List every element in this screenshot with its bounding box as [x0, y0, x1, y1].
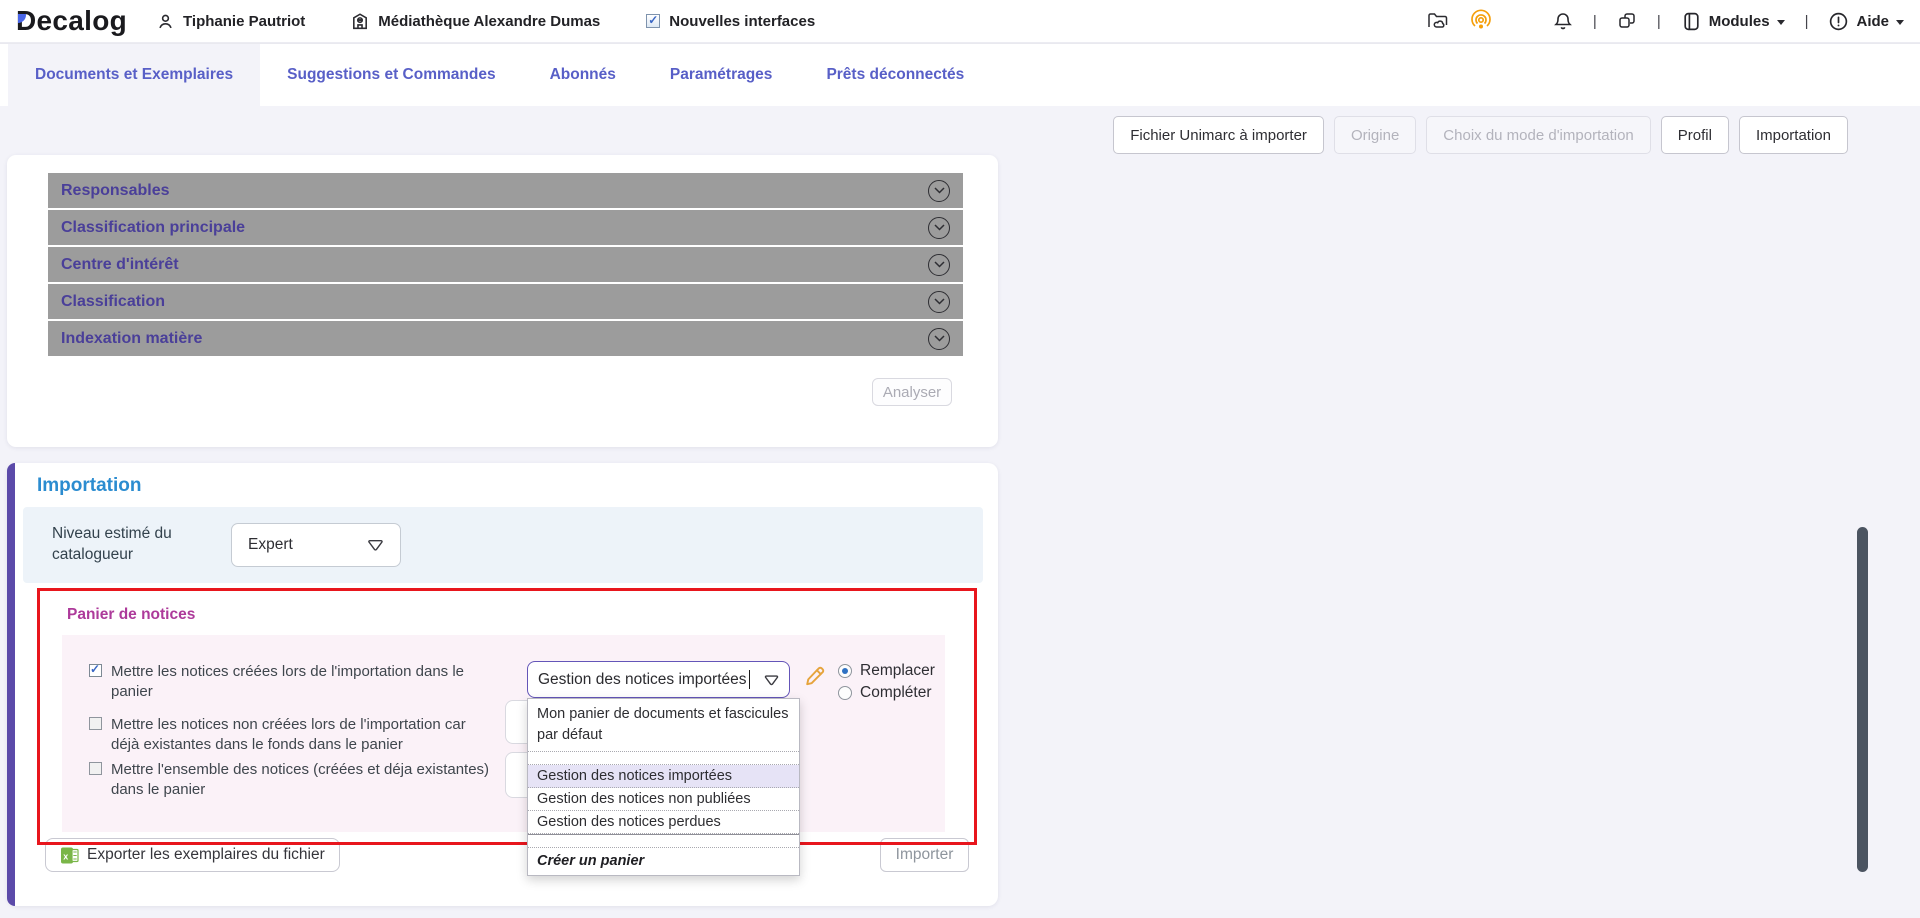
aide-menu[interactable]: Aide — [1828, 11, 1904, 32]
chevron-down-icon — [1777, 20, 1785, 25]
niveau-select[interactable]: Expert — [231, 523, 401, 567]
library-name: Médiathèque Alexandre Dumas — [378, 13, 600, 30]
dropdown-option-gestion-non-publiees[interactable]: Gestion des notices non publiées — [528, 788, 799, 811]
radio-row-remplacer[interactable]: Remplacer — [838, 662, 935, 680]
aide-label: Aide — [1856, 13, 1889, 30]
radio-label: Compléter — [860, 684, 932, 702]
step-profil-button[interactable]: Profil — [1661, 116, 1729, 154]
export-button-label: Exporter les exemplaires du fichier — [87, 846, 325, 864]
notifications-bell-icon[interactable] — [1553, 11, 1573, 32]
export-exemplaires-button[interactable]: x Exporter les exemplaires du fichier — [45, 838, 340, 872]
svg-text:x: x — [63, 851, 68, 861]
importation-title: Importation — [37, 475, 142, 497]
tab-parametrages[interactable]: Paramétrages — [643, 44, 800, 106]
step-choix-mode-importation-button: Choix du mode d'importation — [1426, 116, 1650, 154]
checkbox-notices-creees[interactable] — [89, 664, 102, 677]
user-name: Tiphanie Pautriot — [183, 13, 305, 30]
duplicate-windows-icon[interactable] — [1617, 11, 1637, 31]
library-building-icon — [351, 12, 369, 30]
accordion-section-classification[interactable]: Classification — [48, 284, 963, 321]
radio-completer[interactable] — [838, 686, 852, 700]
header-separator: | — [1657, 13, 1661, 30]
checkbox-label: Mettre l'ensemble des notices (créées et… — [111, 760, 494, 799]
checkbox-label: Mettre les notices créées lors de l'impo… — [111, 662, 494, 701]
accordion-section-centre-interet[interactable]: Centre d'intérêt — [48, 247, 963, 284]
tab-documents-et-exemplaires[interactable]: Documents et Exemplaires — [8, 44, 260, 106]
checkbox-ensemble-notices[interactable] — [89, 762, 102, 775]
select-caret-icon — [367, 537, 384, 553]
chevron-down-circle-icon[interactable] — [928, 328, 950, 350]
analyser-button: Analyser — [872, 378, 952, 406]
analysis-accordion: Responsables Classification principale C… — [48, 171, 963, 358]
dropdown-separator — [528, 752, 799, 765]
decalog-logo: Decalog — [16, 5, 127, 37]
header-separator: | — [1805, 13, 1809, 30]
dropdown-option-gestion-perdues[interactable]: Gestion des notices perdues — [528, 811, 799, 834]
tab-suggestions-et-commandes[interactable]: Suggestions et Commandes — [260, 44, 522, 106]
chevron-down-circle-icon[interactable] — [928, 254, 950, 276]
aide-info-icon — [1828, 11, 1849, 32]
accordion-section-classification-principale[interactable]: Classification principale — [48, 210, 963, 247]
new-interfaces-checkbox[interactable] — [646, 14, 660, 28]
radio-row-completer[interactable]: Compléter — [838, 684, 932, 702]
checkbox-label: Mettre les notices non créées lors de l'… — [111, 715, 494, 754]
text-cursor — [749, 670, 751, 689]
accordion-section-indexation-matiere[interactable]: Indexation matière — [48, 321, 963, 358]
radio-remplacer[interactable] — [838, 664, 852, 678]
current-library[interactable]: Médiathèque Alexandre Dumas — [351, 12, 600, 30]
checkbox-row-ensemble-notices[interactable]: Mettre l'ensemble des notices (créées et… — [89, 760, 494, 799]
dropdown-separator — [528, 834, 799, 847]
chevron-down-circle-icon[interactable] — [928, 180, 950, 202]
dropdown-option-creer-un-panier[interactable]: Créer un panier — [528, 847, 799, 875]
niveau-label: Niveau estimé du catalogueur — [52, 524, 222, 566]
chevron-down-circle-icon[interactable] — [928, 291, 950, 313]
new-interfaces-label: Nouvelles interfaces — [669, 13, 815, 30]
accordion-section-responsables[interactable]: Responsables — [48, 173, 963, 210]
panier-combobox-value: Gestion des notices importées — [538, 671, 747, 689]
tab-abonnes[interactable]: Abonnés — [523, 44, 643, 106]
checkbox-row-notices-creees[interactable]: Mettre les notices créées lors de l'impo… — [89, 662, 494, 701]
modules-label: Modules — [1709, 13, 1770, 30]
import-wizard-steps: Fichier Unimarc à importer Origine Choix… — [1113, 116, 1848, 154]
radio-label: Remplacer — [860, 662, 935, 680]
step-importation-button[interactable]: Importation — [1739, 116, 1848, 154]
page: Decalog Tiphanie Pautriot Médiathèque Al… — [0, 0, 1920, 918]
top-header: Decalog Tiphanie Pautriot Médiathèque Al… — [0, 0, 1920, 43]
dropdown-option-gestion-importees[interactable]: Gestion des notices importées — [528, 765, 799, 788]
modules-menu[interactable]: Modules — [1681, 11, 1785, 32]
importation-card: Importation Niveau estimé du catalogueur… — [7, 463, 998, 906]
tab-prets-deconnectes[interactable]: Prêts déconnectés — [799, 44, 991, 106]
excel-file-icon: x — [60, 846, 79, 865]
vertical-scrollbar-thumb[interactable] — [1857, 527, 1868, 872]
chevron-down-icon — [1896, 20, 1904, 25]
assistance-beacon-icon[interactable] — [1469, 9, 1493, 33]
main-tabbar: Documents et Exemplaires Suggestions et … — [0, 43, 1920, 106]
step-fichier-unimarc-button[interactable]: Fichier Unimarc à importer — [1113, 116, 1324, 154]
header-actions: | | Modules | — [1427, 9, 1904, 33]
niveau-value: Expert — [248, 536, 293, 554]
modules-box-icon — [1681, 11, 1702, 32]
select-caret-icon[interactable] — [764, 673, 779, 687]
edit-pencil-icon[interactable] — [803, 665, 826, 688]
current-user[interactable]: Tiphanie Pautriot — [157, 13, 305, 30]
panier-combobox[interactable]: Gestion des notices importées — [527, 661, 790, 698]
checkbox-notices-non-creees[interactable] — [89, 717, 102, 730]
niveau-panel: Niveau estimé du catalogueur Expert — [23, 507, 983, 583]
user-icon — [157, 13, 174, 30]
analysis-card: Responsables Classification principale C… — [7, 155, 998, 447]
folder-cloud-icon[interactable] — [1427, 11, 1449, 31]
checkbox-row-notices-non-creees[interactable]: Mettre les notices non créées lors de l'… — [89, 715, 494, 754]
chevron-down-circle-icon[interactable] — [928, 217, 950, 239]
panier-dropdown-list: Mon panier de documents et fascicules pa… — [527, 698, 800, 876]
new-interfaces-toggle[interactable]: Nouvelles interfaces — [646, 13, 815, 30]
panier-de-notices-title: Panier de notices — [67, 606, 195, 624]
importer-button[interactable]: Importer — [880, 838, 969, 872]
step-origine-button: Origine — [1334, 116, 1416, 154]
dropdown-option-default[interactable]: Mon panier de documents et fascicules pa… — [528, 699, 799, 752]
header-separator: | — [1593, 13, 1597, 30]
